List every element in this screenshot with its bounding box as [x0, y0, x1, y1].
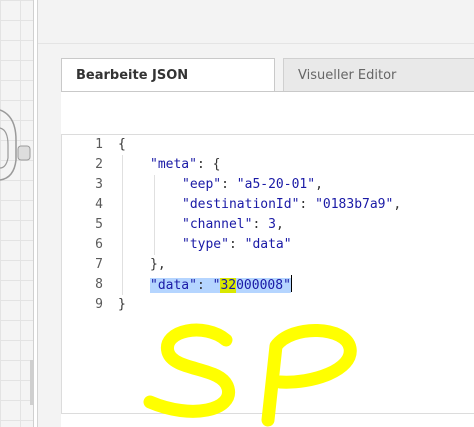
code-token: : — [196, 278, 213, 293]
line-number: 3 — [95, 177, 103, 192]
code-line-3: "eep": "a5-20-01", — [182, 175, 323, 195]
code-key: "type" — [182, 237, 229, 252]
line-number: 7 — [95, 257, 103, 272]
code-line-8: "data": "32000008" — [150, 275, 292, 295]
code-token: : — [252, 217, 269, 232]
selected-text: "data": "32000008" — [150, 278, 291, 293]
search-match-highlight: 32 — [220, 278, 237, 293]
code-token: , — [393, 197, 402, 212]
code-value: "0183b7a9" — [315, 197, 394, 212]
code-value: "a5-20-01" — [236, 177, 316, 192]
code-token: : — [228, 237, 245, 252]
code-key: "channel" — [182, 217, 253, 232]
line-number: 1 — [95, 137, 103, 152]
code-line-4: "destinationId": "0183b7a9", — [182, 195, 401, 215]
code-token: } — [118, 297, 126, 312]
editor-tabs: Bearbeite JSON Visueller Editor — [61, 58, 474, 92]
tray-header — [38, 0, 474, 44]
code-token: : — [299, 197, 316, 212]
code-line-5: "channel": 3, — [182, 215, 284, 235]
code-area[interactable]: { "meta": { "eep": "a5-20-01", "destinat… — [110, 135, 474, 413]
workspace-node-fragment — [0, 109, 31, 181]
text-cursor — [290, 275, 292, 292]
code-line-2: "meta": { — [150, 155, 220, 175]
line-number: 9 — [95, 297, 103, 312]
code-line-7: }, — [150, 255, 166, 275]
workspace-scrollbar[interactable] — [30, 360, 34, 405]
code-key: "meta" — [150, 157, 197, 172]
code-token: : { — [196, 157, 221, 172]
indent-guide — [122, 155, 123, 295]
code-line-1: { — [118, 135, 126, 155]
code-value: "data" — [244, 237, 292, 252]
code-value: 000008" — [236, 278, 291, 293]
indent-guide — [154, 175, 155, 255]
line-number: 4 — [95, 197, 103, 212]
code-value: 3 — [268, 217, 276, 232]
line-number: 2 — [95, 157, 103, 172]
code-line-6: "type": "data" — [182, 235, 292, 255]
code-token: , — [315, 177, 323, 192]
code-token: : — [221, 177, 237, 192]
tab-edit-json[interactable]: Bearbeite JSON — [61, 58, 275, 92]
flow-workspace[interactable] — [0, 0, 34, 427]
line-number: 5 — [95, 217, 103, 232]
app-root: Bearbeite JSON Visueller Editor 1 2 3 4 … — [0, 0, 474, 427]
line-number: 8 — [95, 277, 103, 292]
code-key: "destinationId" — [182, 197, 300, 212]
code-token: { — [118, 137, 126, 152]
json-editor[interactable]: 1 2 3 4 5 6 7 8 9 { "meta": { "eep": "a5… — [61, 134, 474, 414]
code-line-9: } — [118, 295, 126, 315]
edit-tray: Bearbeite JSON Visueller Editor 1 2 3 4 … — [37, 0, 474, 427]
code-key: "eep" — [182, 177, 222, 192]
code-token: , — [275, 217, 284, 232]
line-number: 6 — [95, 237, 103, 252]
tab-content: 1 2 3 4 5 6 7 8 9 { "meta": { "eep": "a5… — [61, 91, 474, 427]
code-token: }, — [150, 257, 166, 272]
tab-visual-editor[interactable]: Visueller Editor — [283, 58, 474, 91]
line-number-gutter: 1 2 3 4 5 6 7 8 9 — [62, 135, 110, 413]
code-key: "data" — [150, 278, 197, 293]
